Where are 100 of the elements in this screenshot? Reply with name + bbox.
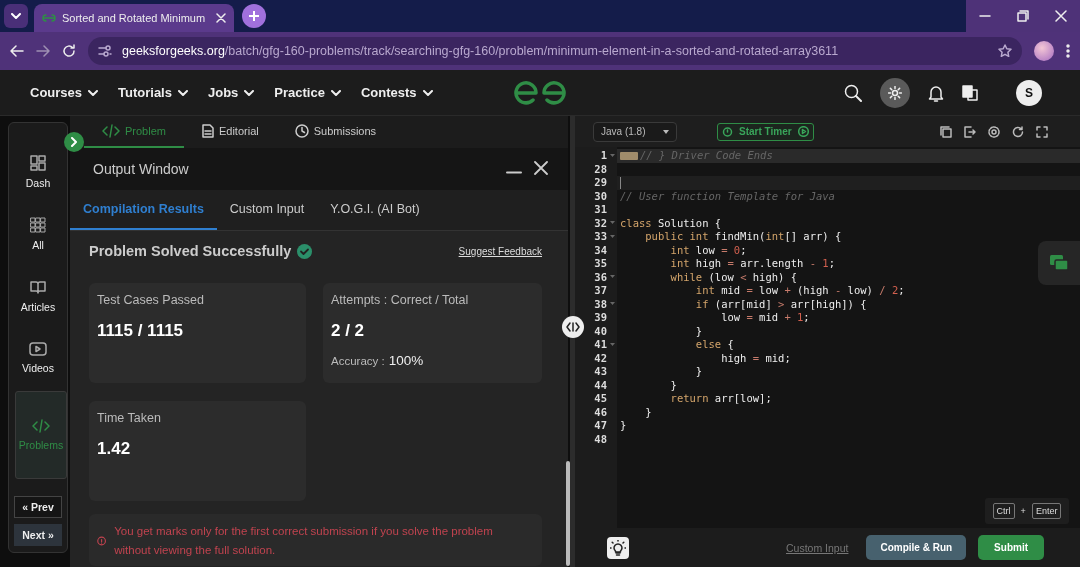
key-label: Ctrl — [992, 503, 1015, 519]
fold-caret-icon[interactable] — [610, 221, 615, 226]
start-timer-button[interactable]: Start Timer — [717, 122, 814, 141]
fold-caret-icon[interactable] — [610, 153, 615, 158]
stat-value: 1115 / 1115 — [97, 321, 185, 341]
sidebar-item[interactable]: Dash — [12, 143, 64, 201]
stat-label: Attempts : Correct / Total — [331, 293, 470, 307]
sidebar-item[interactable]: Articles — [12, 267, 64, 325]
sidebar-item[interactable]: All — [12, 205, 64, 263]
bell-icon[interactable] — [928, 83, 944, 102]
code-line: // } Driver Code Ends — [640, 149, 773, 163]
code-line: int low = 0; — [669, 243, 747, 257]
line-number: 37 — [594, 284, 607, 298]
more-icon[interactable] — [1066, 44, 1070, 58]
code-line: int high = arr.length - 1; — [669, 257, 835, 271]
status-message: Problem Solved Successfully — [89, 243, 292, 259]
chevron-icon — [88, 89, 99, 96]
line-number: 42 — [594, 351, 607, 365]
close-icon — [534, 160, 548, 175]
site-settings-icon[interactable] — [98, 45, 112, 57]
code-line: while (low < high) { — [669, 270, 798, 284]
refresh-icon[interactable] — [1012, 125, 1024, 138]
accuracy-value: 100% — [388, 353, 424, 368]
theme-toggle[interactable] — [880, 77, 910, 108]
stat-label: Time Taken — [97, 411, 162, 425]
fold-caret-icon[interactable] — [610, 275, 615, 280]
language-dropdown[interactable]: Java (1.8) — [593, 121, 677, 142]
code-line: int mid = low + (high - low) / 2; — [694, 284, 905, 298]
fold-marker-icon[interactable] — [620, 151, 638, 160]
line-number: 1 — [600, 149, 607, 163]
plus-icon — [249, 11, 259, 21]
key-label: Enter — [1031, 503, 1062, 519]
code-line: // User function Template for Java — [620, 189, 835, 203]
code-icon — [32, 419, 50, 433]
tab-list-button[interactable] — [4, 4, 28, 28]
submit-button[interactable]: Submit — [978, 535, 1044, 560]
chevron-icon — [244, 89, 255, 96]
fold-caret-icon[interactable] — [610, 234, 615, 239]
code-line: } — [620, 419, 627, 433]
back-icon[interactable] — [10, 45, 24, 57]
feedback-link[interactable]: Suggest Feedback — [458, 245, 542, 257]
fold-caret-icon[interactable] — [610, 342, 615, 347]
sidebar-item[interactable]: Problems — [15, 391, 67, 479]
text-cursor — [620, 176, 621, 189]
forward-icon[interactable] — [36, 45, 50, 57]
hint-button[interactable] — [607, 536, 629, 559]
new-tab-button[interactable] — [242, 4, 266, 28]
chevron-icon — [330, 89, 341, 96]
chevron-icon — [422, 89, 433, 96]
code-line: } — [669, 378, 677, 392]
logo-drawing[interactable] — [513, 80, 567, 105]
copy-icon[interactable] — [940, 125, 952, 138]
output-tab[interactable]: Custom Input — [216, 190, 318, 230]
settings-icon[interactable] — [988, 125, 1000, 138]
nav-menu[interactable]: Jobs — [207, 85, 255, 100]
line-number: 35 — [594, 257, 607, 271]
close-icon[interactable] — [216, 13, 226, 23]
nav-menu[interactable]: Contests — [360, 85, 433, 100]
notice-text: You get marks only for the first correct submission if you solve the problem without viewing the full solution. — [114, 524, 494, 558]
fold-caret-icon[interactable] — [610, 302, 615, 307]
browser-tab[interactable]: Sorted and Rotated Minimum — [34, 4, 234, 32]
code-line: public int findMin(int[] arr) { — [644, 230, 842, 244]
line-number: 41 — [594, 338, 607, 352]
scrollbar[interactable] — [566, 461, 570, 566]
user-avatar[interactable]: S — [1016, 79, 1042, 106]
address-bar[interactable]: geeksforgeeks.org/batch/gfg-160-problems/track/searching-gfg-160/problem/minimum-element-in-a-sorted-and-rotated-array3611 — [88, 37, 1022, 65]
nav-menu[interactable]: Practice — [274, 85, 341, 100]
compile-run-button[interactable]: Compile & Run — [866, 535, 967, 560]
line-number: 46 — [594, 405, 607, 419]
book-icon — [30, 279, 46, 295]
line-number: 30 — [594, 189, 607, 203]
reload-icon[interactable] — [62, 44, 76, 58]
resize-icon — [566, 322, 580, 332]
dashboard-icon — [30, 155, 46, 171]
line-number: 45 — [594, 392, 607, 406]
next-button[interactable]: Next » — [14, 524, 62, 546]
translate-icon[interactable] — [962, 84, 978, 101]
grid-icon — [30, 217, 46, 233]
fullscreen-icon[interactable] — [1036, 125, 1048, 138]
search-icon[interactable] — [844, 83, 862, 102]
sidebar-item[interactable]: Videos — [12, 329, 64, 387]
problem-tab[interactable]: Submissions — [276, 116, 395, 148]
custom-input-link[interactable]: Custom Input — [786, 541, 849, 554]
output-tab[interactable]: Y.O.G.I. (AI Bot) — [317, 190, 433, 230]
plus-sign: + — [1020, 506, 1026, 516]
prev-button[interactable]: « Prev — [14, 496, 62, 518]
nav-menu[interactable]: Courses — [30, 85, 99, 100]
caret-icon — [663, 129, 669, 134]
profile-avatar[interactable] — [1034, 41, 1054, 61]
chat-button[interactable] — [1038, 241, 1080, 285]
exit-icon[interactable] — [964, 125, 976, 138]
nav-menu[interactable]: Tutorials — [118, 85, 188, 100]
output-tab[interactable]: Compilation Results — [70, 190, 217, 230]
line-number: 39 — [594, 311, 607, 325]
problem-tab[interactable]: Editorial — [183, 116, 277, 148]
close-icon — [1055, 10, 1067, 22]
stat-label: Test Cases Passed — [97, 293, 205, 307]
code-line: else { — [694, 338, 734, 352]
line-number: 47 — [594, 419, 607, 433]
star-icon[interactable] — [998, 44, 1012, 58]
